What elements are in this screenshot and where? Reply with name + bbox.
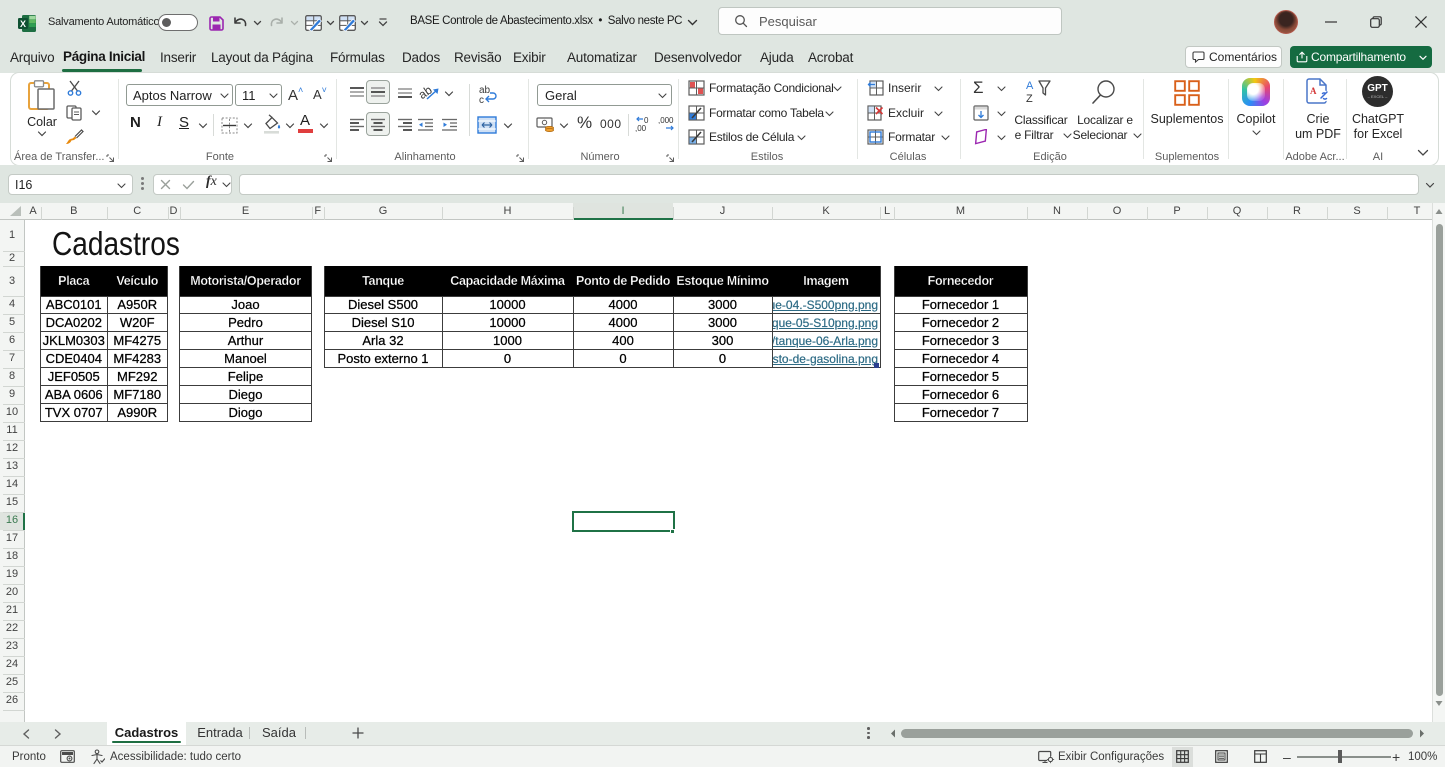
svg-text:A: A [1026,80,1034,92]
svg-text:c: c [479,95,484,104]
svg-text:0: 0 [669,116,674,125]
svg-text:ab: ab [419,83,435,102]
svg-text:Z: Z [1026,93,1033,105]
svg-text:X: X [20,19,26,29]
svg-text:,00: ,00 [658,116,670,125]
svg-text:A: A [1310,86,1317,96]
svg-text:,00: ,00 [635,124,647,133]
